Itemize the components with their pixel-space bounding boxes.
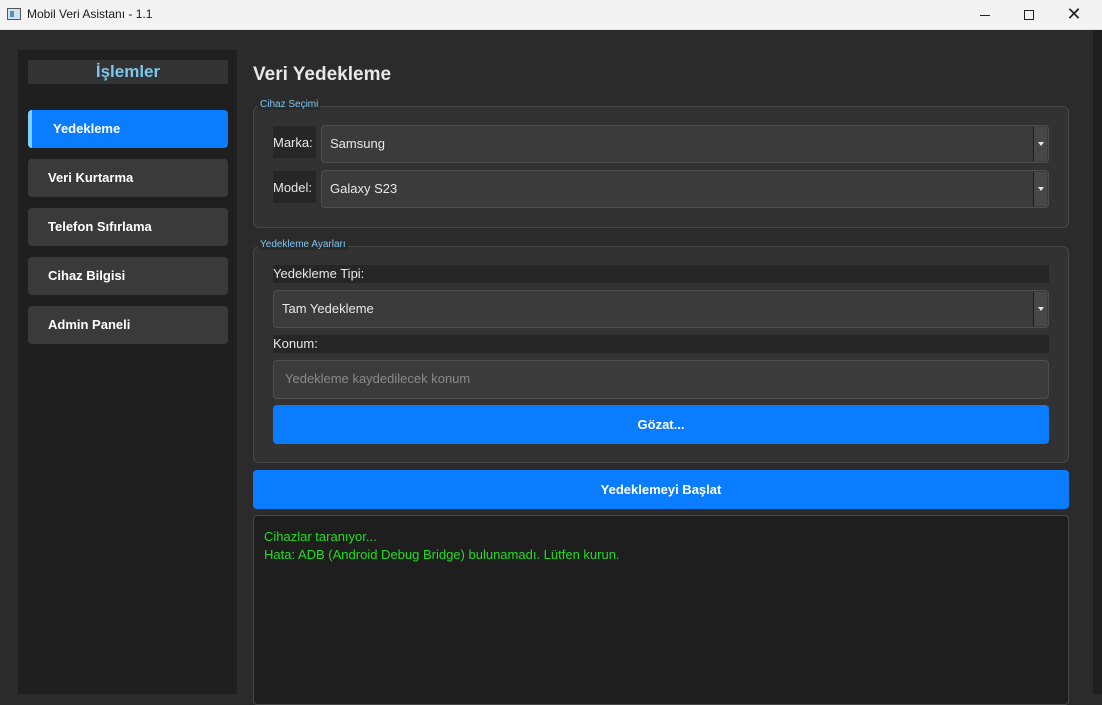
model-select[interactable]: Galaxy S23 bbox=[321, 170, 1049, 208]
sidebar: İşlemler Yedekleme Veri Kurtarma Telefon… bbox=[18, 50, 237, 694]
sidebar-item-admin-paneli[interactable]: Admin Paneli bbox=[28, 306, 228, 344]
maximize-button[interactable] bbox=[1006, 0, 1052, 30]
location-input[interactable]: Yedekleme kaydedilecek konum bbox=[273, 360, 1049, 399]
backup-type-value: Tam Yedekleme bbox=[282, 301, 374, 316]
model-label: Model: bbox=[273, 171, 316, 203]
window-title: Mobil Veri Asistanı - 1.1 bbox=[27, 7, 153, 21]
log-output[interactable]: Cihazlar taranıyor... Hata: ADB (Android… bbox=[253, 515, 1069, 705]
backup-type-label: Yedekleme Tipi: bbox=[273, 265, 1049, 283]
browse-button[interactable]: Gözat... bbox=[273, 405, 1049, 444]
log-line: Cihazlar taranıyor... bbox=[264, 529, 377, 544]
maximize-icon bbox=[1024, 10, 1034, 20]
brand-label: Marka: bbox=[273, 126, 316, 158]
sidebar-item-yedekleme[interactable]: Yedekleme bbox=[28, 110, 228, 148]
backup-group-title: Yedekleme Ayarları bbox=[258, 239, 348, 250]
chevron-down-icon[interactable] bbox=[1033, 292, 1047, 326]
start-backup-button[interactable]: Yedeklemeyi Başlat bbox=[253, 470, 1069, 509]
minimize-button[interactable] bbox=[962, 0, 1008, 30]
sidebar-item-veri-kurtarma[interactable]: Veri Kurtarma bbox=[28, 159, 228, 197]
minimize-icon bbox=[980, 14, 990, 16]
model-select-value: Galaxy S23 bbox=[330, 181, 398, 196]
brand-select-value: Samsung bbox=[330, 136, 385, 151]
location-placeholder: Yedekleme kaydedilecek konum bbox=[285, 371, 471, 386]
window-edge bbox=[1093, 30, 1102, 694]
title-bar: Mobil Veri Asistanı - 1.1 ✕ bbox=[0, 0, 1102, 30]
close-icon: ✕ bbox=[1066, 4, 1082, 25]
location-label: Konum: bbox=[273, 335, 1049, 353]
sidebar-title: İşlemler bbox=[28, 60, 228, 84]
backup-type-select[interactable]: Tam Yedekleme bbox=[273, 290, 1049, 328]
chevron-down-icon[interactable] bbox=[1033, 172, 1047, 206]
app-icon bbox=[7, 8, 21, 20]
log-line: Hata: ADB (Android Debug Bridge) bulunam… bbox=[264, 547, 620, 562]
sidebar-item-cihaz-bilgisi[interactable]: Cihaz Bilgisi bbox=[28, 257, 228, 295]
chevron-down-icon[interactable] bbox=[1033, 127, 1047, 161]
page-title: Veri Yedekleme bbox=[253, 64, 392, 85]
close-button[interactable]: ✕ bbox=[1051, 0, 1097, 30]
sidebar-item-telefon-sifirlama[interactable]: Telefon Sıfırlama bbox=[28, 208, 228, 246]
device-group-title: Cihaz Seçimi bbox=[258, 99, 321, 110]
brand-select[interactable]: Samsung bbox=[321, 125, 1049, 163]
